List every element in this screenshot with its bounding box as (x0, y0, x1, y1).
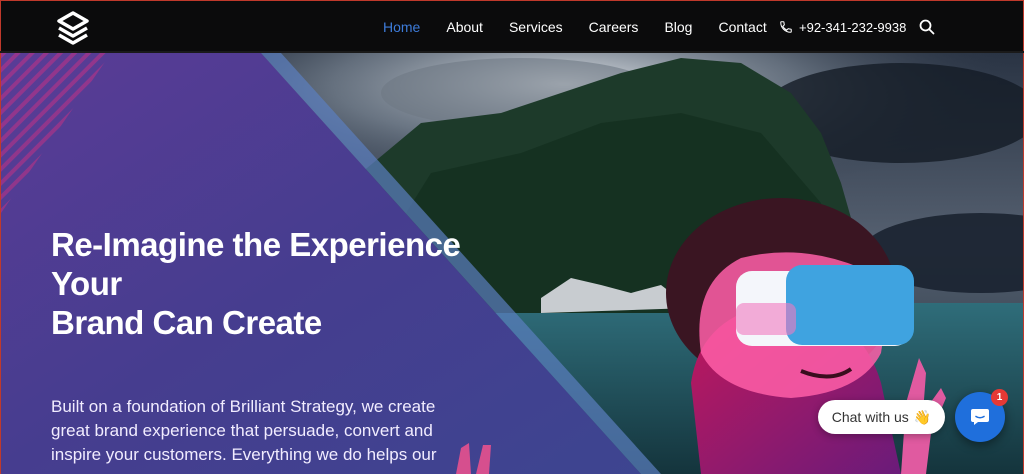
search-icon[interactable] (919, 19, 935, 35)
chat-prompt-pill[interactable]: Chat with us 👋 (818, 400, 945, 434)
nav-careers[interactable]: Careers (589, 19, 639, 35)
nav-home[interactable]: Home (383, 19, 420, 35)
phone-link[interactable]: +92-341-232-9938 (779, 1, 906, 53)
nav-about[interactable]: About (446, 19, 483, 35)
brand-logo[interactable] (56, 11, 90, 45)
headline-line-3: Brand Can Create (51, 304, 322, 341)
phone-icon (780, 21, 792, 33)
nav-blog[interactable]: Blog (664, 19, 692, 35)
chat-bubble-icon (971, 409, 989, 425)
main-nav: Home About Services Careers Blog Contact (383, 1, 767, 53)
phone-number: +92-341-232-9938 (799, 19, 907, 35)
headline-line-1: Re-Imagine the Experience (51, 226, 461, 263)
site-header: Home About Services Careers Blog Contact… (0, 0, 1024, 52)
hero-headline: Re-Imagine the Experience Your Brand Can… (51, 225, 491, 342)
chat-unread-badge: 1 (991, 389, 1008, 406)
wave-emoji-icon: 👋 (913, 408, 932, 425)
chat-prompt-label: Chat with us (831, 409, 909, 425)
hero-description: Built on a foundation of Brilliant Strat… (51, 397, 437, 464)
nav-contact[interactable]: Contact (718, 19, 766, 35)
nav-services[interactable]: Services (509, 19, 563, 35)
headline-line-2: Your (51, 265, 122, 302)
